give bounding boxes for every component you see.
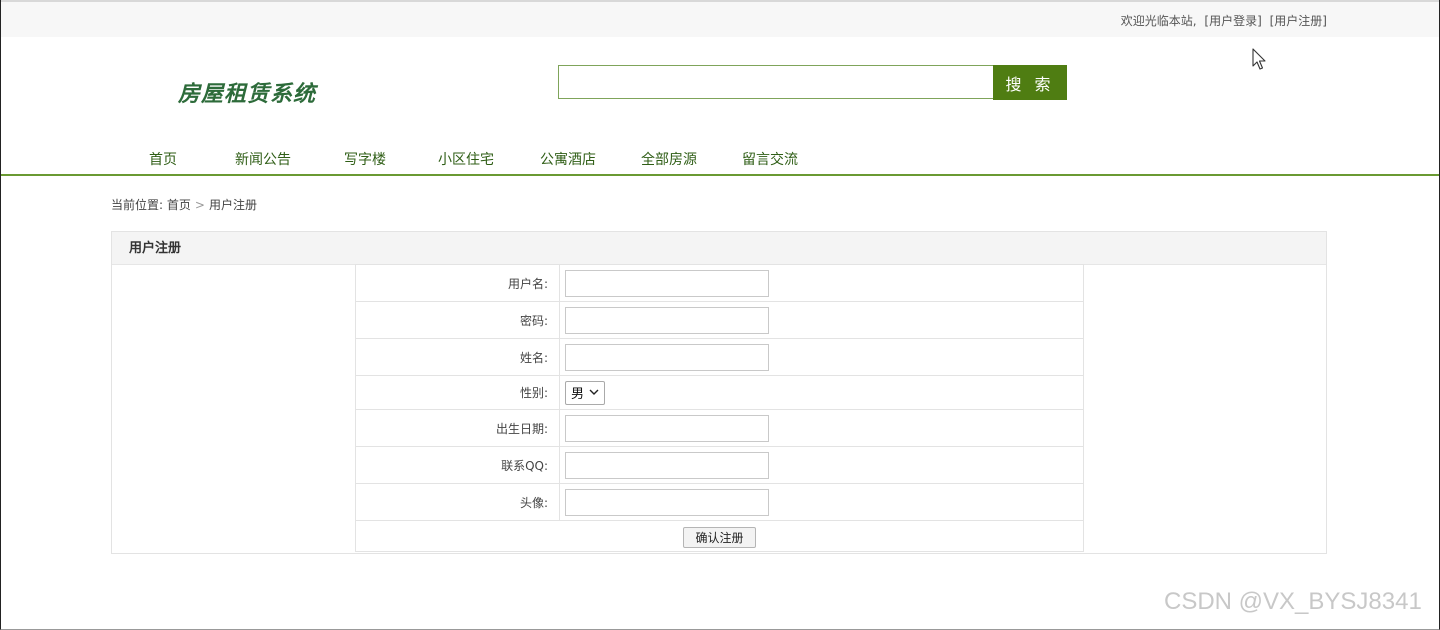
gender-select[interactable]: 男	[565, 380, 606, 405]
mouse-pointer-icon	[1252, 48, 1268, 72]
gender-label: 性别:	[355, 375, 560, 410]
form-row-username: 用户名:	[355, 264, 1084, 302]
register-form: 用户名: 密码: 姓名: 性别: 男 出生日期: 联系QQ: 头像: 确认注册	[355, 264, 1084, 552]
gender-selected-value: 男	[571, 387, 585, 402]
panel-title: 用户注册	[112, 232, 1326, 265]
nav-item-apartment-hotel[interactable]: 公寓酒店	[540, 149, 596, 169]
nav-item-office[interactable]: 写字楼	[344, 149, 386, 169]
form-row-qq: 联系QQ:	[355, 446, 1084, 484]
welcome-text: 欢迎光临本站,	[1120, 14, 1197, 28]
form-row-avatar: 头像:	[355, 483, 1084, 521]
nav-item-residential[interactable]: 小区住宅	[438, 149, 494, 169]
avatar-label: 头像:	[355, 483, 560, 521]
main-nav: 首页 新闻公告 写字楼 小区住宅 公寓酒店 全部房源 留言交流	[1, 140, 1439, 176]
breadcrumb-home[interactable]: 首页	[167, 198, 191, 212]
watermark: CSDN @VX_BYSJ8341	[1164, 588, 1422, 615]
chevron-down-icon	[589, 386, 599, 399]
qq-input[interactable]	[565, 451, 769, 479]
search-input[interactable]	[558, 65, 994, 99]
breadcrumb: 当前位置: 首页 > 用户注册	[111, 196, 257, 213]
form-row-gender: 性别: 男	[355, 375, 1084, 410]
breadcrumb-separator: >	[194, 198, 205, 212]
register-link[interactable]: [用户注册]	[1270, 14, 1327, 28]
form-row-password: 密码:	[355, 301, 1084, 339]
site-logo[interactable]: 房屋租赁系统	[178, 76, 316, 108]
password-label: 密码:	[355, 301, 560, 339]
form-row-submit: 确认注册	[355, 520, 1084, 552]
top-links: 欢迎光临本站, [用户登录] [用户注册]	[1121, 12, 1327, 29]
breadcrumb-current: 用户注册	[208, 198, 257, 212]
qq-label: 联系QQ:	[355, 446, 560, 484]
breadcrumb-prefix: 当前位置:	[111, 198, 164, 212]
username-input[interactable]	[565, 269, 769, 297]
register-panel: 用户注册 用户名: 密码: 姓名: 性别: 男 出生日期: 联系QQ: 头像: …	[111, 231, 1327, 554]
login-link[interactable]: [用户登录]	[1204, 14, 1261, 28]
form-row-birthdate: 出生日期:	[355, 409, 1084, 447]
username-label: 用户名:	[355, 264, 560, 302]
avatar-input[interactable]	[565, 488, 769, 516]
nav-item-home[interactable]: 首页	[149, 149, 177, 169]
name-label: 姓名:	[355, 338, 560, 376]
nav-item-all-listings[interactable]: 全部房源	[641, 149, 697, 169]
birthdate-label: 出生日期:	[355, 409, 560, 447]
nav-item-messages[interactable]: 留言交流	[742, 149, 798, 169]
confirm-register-button[interactable]: 确认注册	[683, 526, 756, 548]
password-input[interactable]	[565, 306, 769, 334]
search-button[interactable]: 搜 索	[993, 65, 1067, 100]
birthdate-input[interactable]	[565, 414, 769, 442]
name-input[interactable]	[565, 343, 769, 371]
form-row-name: 姓名:	[355, 338, 1084, 376]
top-bar: 欢迎光临本站, [用户登录] [用户注册]	[1, 0, 1439, 37]
nav-item-news[interactable]: 新闻公告	[235, 149, 291, 169]
